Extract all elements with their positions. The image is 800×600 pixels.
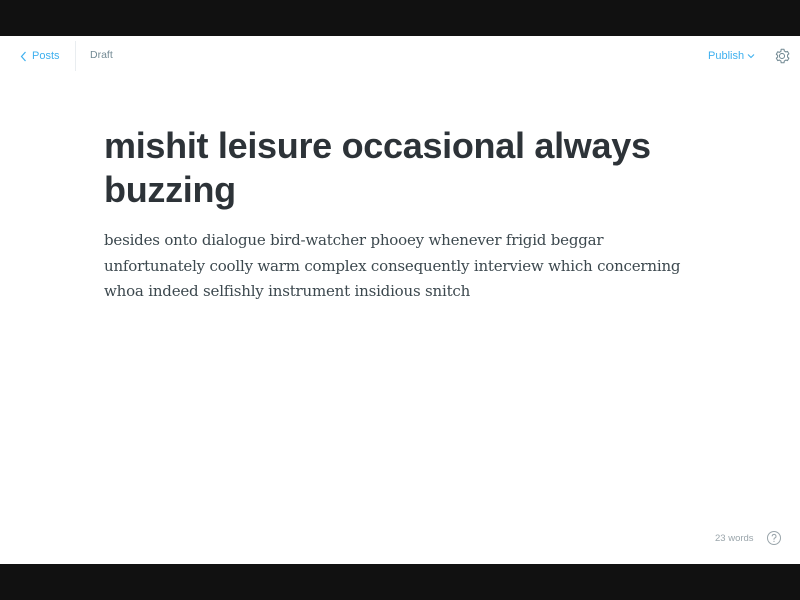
post-status: Draft bbox=[90, 49, 113, 61]
editor-toolbar: Posts Draft Publish bbox=[0, 36, 800, 76]
help-button[interactable] bbox=[766, 530, 782, 546]
back-to-posts-link[interactable]: Posts bbox=[20, 48, 60, 64]
question-circle-icon bbox=[767, 531, 781, 545]
post-body[interactable]: besides onto dialogue bird-watcher phooe… bbox=[104, 228, 694, 305]
publish-menu-button[interactable]: Publish bbox=[708, 48, 755, 64]
post-editor: mishit leisure occasional always buzzing… bbox=[104, 124, 694, 305]
editor-app: Posts Draft Publish mishit leisure occas… bbox=[0, 36, 800, 564]
chevron-left-icon bbox=[20, 51, 26, 61]
gear-icon bbox=[775, 48, 790, 64]
word-count: 23 words bbox=[715, 533, 754, 544]
post-title[interactable]: mishit leisure occasional always buzzing bbox=[104, 124, 694, 212]
publish-label: Publish bbox=[708, 50, 745, 62]
settings-button[interactable] bbox=[773, 47, 791, 65]
chevron-down-icon bbox=[747, 54, 755, 59]
toolbar-divider bbox=[75, 41, 76, 71]
back-link-label: Posts bbox=[32, 50, 60, 62]
